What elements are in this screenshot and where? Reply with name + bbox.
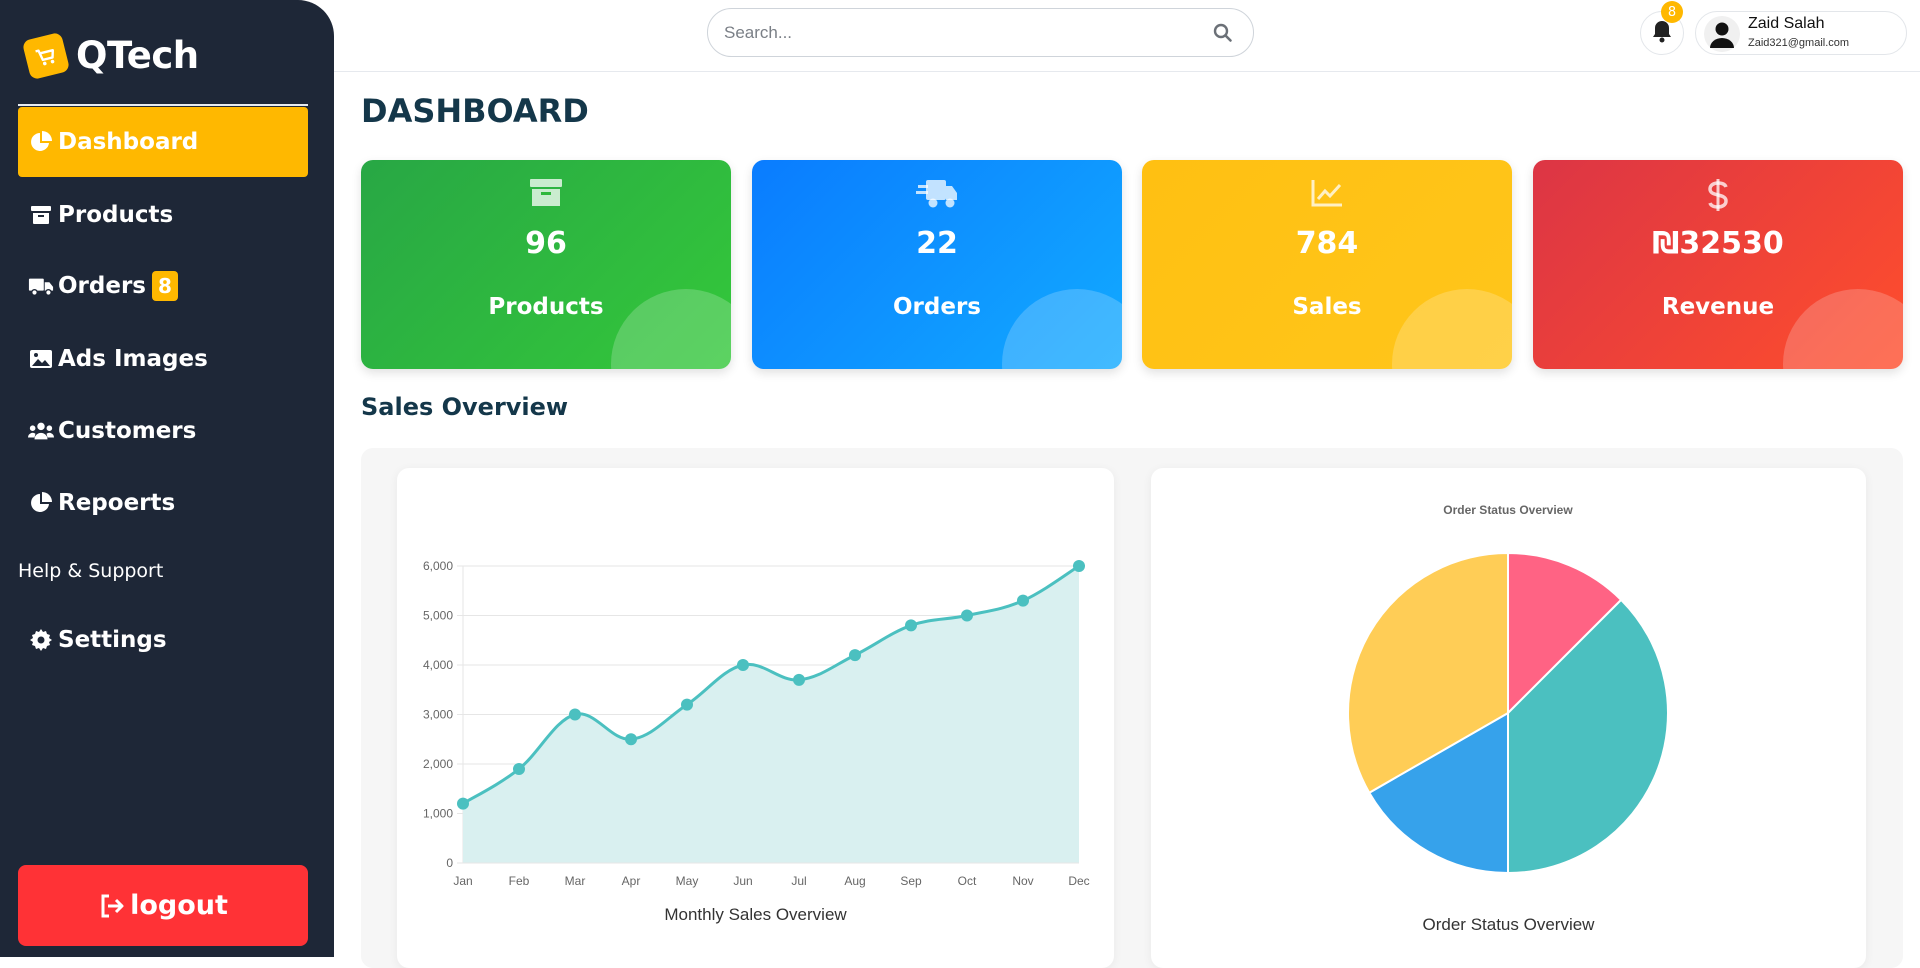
chart-caption: Order Status Overview <box>1422 915 1595 934</box>
x-tick-label: Nov <box>1012 874 1033 888</box>
sidebar-item-label: Dashboard <box>58 129 199 155</box>
stat-card-products[interactable]: 96 Products <box>361 160 731 369</box>
top-bar: 8 Zaid Salah Zaid321@gmail.com <box>334 0 1920 72</box>
data-point[interactable] <box>457 797 469 810</box>
order-status-card: Order Status Overview Order Status Overv… <box>1151 468 1866 968</box>
pie-chart-icon <box>28 129 54 155</box>
stat-label: Orders <box>893 294 981 320</box>
sidebar-item-label: Repoerts <box>58 490 176 516</box>
brand[interactable]: QTech <box>21 31 199 80</box>
sidebar-item-label: Products <box>58 202 174 228</box>
data-point[interactable] <box>625 733 637 746</box>
logout-label: logout <box>130 890 228 921</box>
gear-icon <box>28 627 54 653</box>
x-tick-label: Apr <box>622 874 641 888</box>
brand-name: QTech <box>76 34 199 77</box>
archive-box-icon <box>361 178 731 208</box>
data-point[interactable] <box>737 659 749 671</box>
x-tick-label: Oct <box>958 874 977 888</box>
order-status-chart: Order Status Overview <box>1347 503 1669 875</box>
x-tick-label: Aug <box>844 874 865 888</box>
data-point[interactable] <box>513 762 525 775</box>
sidebar-item-help-support[interactable]: Help & Support <box>18 560 163 582</box>
sidebar-item-ads-images[interactable]: Ads Images <box>18 324 308 394</box>
data-point[interactable] <box>905 619 917 632</box>
data-point[interactable] <box>849 649 861 662</box>
data-point[interactable] <box>1017 594 1029 607</box>
chart-title: Order Status Overview <box>1443 503 1573 517</box>
y-tick-label: 0 <box>446 856 453 870</box>
user-name: Zaid Salah <box>1748 15 1825 32</box>
stat-label: Sales <box>1292 294 1362 320</box>
user-profile[interactable]: Zaid Salah Zaid321@gmail.com <box>1695 11 1907 55</box>
y-tick-label: 2,000 <box>423 757 453 771</box>
data-point[interactable] <box>569 708 581 721</box>
stat-card-revenue[interactable]: ₪32530 Revenue <box>1533 160 1903 369</box>
avatar <box>1704 16 1740 52</box>
users-icon <box>28 418 54 444</box>
y-tick-label: 1,000 <box>423 807 453 821</box>
pie-chart-icon <box>28 490 54 516</box>
orders-count-badge: 8 <box>152 271 178 301</box>
sidebar-item-reports[interactable]: Repoerts <box>18 468 308 538</box>
user-icon <box>1710 22 1734 48</box>
y-tick-label: 3,000 <box>423 708 453 722</box>
x-tick-label: Feb <box>509 874 530 888</box>
bell-icon <box>1651 19 1673 47</box>
dollar-icon <box>1533 178 1903 212</box>
stat-value: 784 <box>1295 226 1359 261</box>
line-chart-icon <box>1142 178 1512 208</box>
sidebar: QTech Dashboard Products Orders 8 Ads Im… <box>0 0 334 957</box>
archive-box-icon <box>28 202 54 228</box>
stat-value: 22 <box>916 226 958 261</box>
data-point[interactable] <box>681 698 693 711</box>
truck-fast-icon <box>752 178 1122 210</box>
sidebar-item-orders[interactable]: Orders 8 <box>18 251 308 321</box>
sidebar-item-customers[interactable]: Customers <box>18 396 308 466</box>
stat-label: Revenue <box>1661 294 1775 320</box>
monthly-sales-chart: 0 1,000 2,000 3,000 4,000 5,000 6,000 Jan Feb Mar… <box>423 559 1090 888</box>
x-tick-label: Jun <box>733 874 752 888</box>
divider <box>18 104 308 106</box>
sidebar-item-products[interactable]: Products <box>18 180 308 250</box>
notification-count-badge: 8 <box>1661 1 1683 23</box>
page-title: DASHBOARD <box>361 92 589 130</box>
x-tick-label: Sep <box>900 874 922 888</box>
data-point[interactable] <box>1073 560 1085 572</box>
x-tick-label: Dec <box>1068 874 1089 888</box>
sidebar-item-label: Settings <box>58 627 167 653</box>
x-tick-label: Jan <box>453 874 472 888</box>
search-input[interactable] <box>724 21 1194 45</box>
sidebar-item-settings[interactable]: Settings <box>18 605 308 675</box>
search-icon[interactable] <box>1213 23 1233 47</box>
y-tick-label: 4,000 <box>423 658 453 672</box>
chart-caption: Monthly Sales Overview <box>664 905 847 924</box>
sales-chart-card: 0 1,000 2,000 3,000 4,000 5,000 6,000 Jan Feb Mar… <box>397 468 1114 968</box>
stat-card-sales[interactable]: 784 Sales <box>1142 160 1512 369</box>
stat-value: 96 <box>525 226 567 261</box>
user-email: Zaid321@gmail.com <box>1748 37 1850 49</box>
image-icon <box>28 346 54 372</box>
sidebar-item-label: Ads Images <box>58 346 208 372</box>
cart-icon <box>21 31 71 80</box>
sidebar-item-label: Orders <box>58 273 146 299</box>
truck-icon <box>28 273 54 299</box>
stat-label: Products <box>488 294 604 320</box>
x-tick-label: Jul <box>791 874 806 888</box>
x-tick-label: Mar <box>565 874 586 888</box>
x-tick-label: May <box>676 874 699 888</box>
stat-value: ₪32530 <box>1652 226 1784 261</box>
logout-button[interactable]: logout <box>18 865 308 946</box>
data-point[interactable] <box>793 673 805 686</box>
y-tick-label: 6,000 <box>423 559 453 573</box>
stat-card-orders[interactable]: 22 Orders <box>752 160 1122 369</box>
search-box <box>707 8 1254 57</box>
sidebar-item-label: Customers <box>58 418 197 444</box>
sidebar-item-dashboard[interactable]: Dashboard <box>18 107 308 177</box>
logout-icon <box>98 892 126 920</box>
section-title: Sales Overview <box>361 393 569 421</box>
y-tick-label: 5,000 <box>423 609 453 623</box>
data-point[interactable] <box>961 609 973 622</box>
